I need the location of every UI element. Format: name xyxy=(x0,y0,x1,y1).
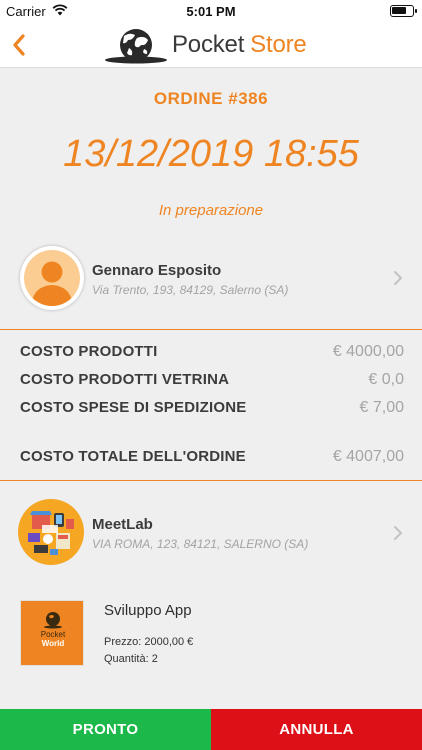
cost-total-value: € 4007,00 xyxy=(332,448,404,465)
store-address: VIA ROMA, 123, 84121, SALERNO (SA) xyxy=(92,537,309,551)
order-date: 13/12/2019 18:55 xyxy=(63,133,359,175)
cost-shipping-value: € 7,00 xyxy=(359,399,404,416)
action-bar: PRONTO ANNULLA xyxy=(0,709,422,750)
chevron-left-icon xyxy=(13,34,25,56)
divider xyxy=(0,329,422,330)
status-bar: Carrier 5:01 PM xyxy=(0,0,422,22)
product-item[interactable]: Pocket World Sviluppo App Prezzo: 2000,0… xyxy=(0,598,422,670)
product-price: Prezzo: 2000,00 € xyxy=(104,636,194,648)
navigation-bar: Pocket Store xyxy=(0,22,422,68)
store-avatar xyxy=(18,499,84,565)
product-name: Sviluppo App xyxy=(104,602,192,619)
chevron-right-icon xyxy=(394,271,403,285)
globe-icon xyxy=(44,612,62,629)
cancel-button[interactable]: ANNULLA xyxy=(211,709,422,750)
shop-illustration-icon xyxy=(28,511,74,555)
product-quantity: Quantità: 2 xyxy=(104,653,158,665)
cost-shipping-label: COSTO SPESE DI SPEDIZIONE xyxy=(20,399,247,416)
cost-total-label: COSTO TOTALE DELL'ORDINE xyxy=(20,448,246,465)
cost-products-value: € 4000,00 xyxy=(332,343,404,360)
battery-icon xyxy=(390,5,417,17)
chevron-right-icon xyxy=(394,526,403,540)
order-number: ORDINE #386 xyxy=(153,89,269,108)
clock: 5:01 PM xyxy=(186,4,236,19)
customer-row[interactable]: Gennaro Esposito Via Trento, 193, 84129,… xyxy=(0,240,422,316)
brand-name: Pocket Store xyxy=(172,31,307,58)
person-icon xyxy=(31,261,73,306)
store-row[interactable]: MeetLab VIA ROMA, 123, 84121, SALERNO (S… xyxy=(0,494,422,570)
cost-showcase-label: COSTO PRODOTTI VETRINA xyxy=(20,371,230,388)
back-button[interactable] xyxy=(6,28,36,62)
brand-logo: Pocket Store xyxy=(104,26,307,64)
customer-avatar xyxy=(20,246,84,310)
order-status: In preparazione xyxy=(158,202,264,219)
customer-address: Via Trento, 193, 84129, Salerno (SA) xyxy=(92,283,289,297)
globe-icon xyxy=(105,29,167,64)
cost-products-label: COSTO PRODOTTI xyxy=(20,343,158,360)
store-name: MeetLab xyxy=(92,516,153,533)
customer-name: Gennaro Esposito xyxy=(92,262,222,279)
divider xyxy=(0,480,422,481)
ready-button[interactable]: PRONTO xyxy=(0,709,211,750)
product-image: Pocket World xyxy=(20,600,84,666)
cost-showcase-value: € 0,0 xyxy=(368,371,404,388)
